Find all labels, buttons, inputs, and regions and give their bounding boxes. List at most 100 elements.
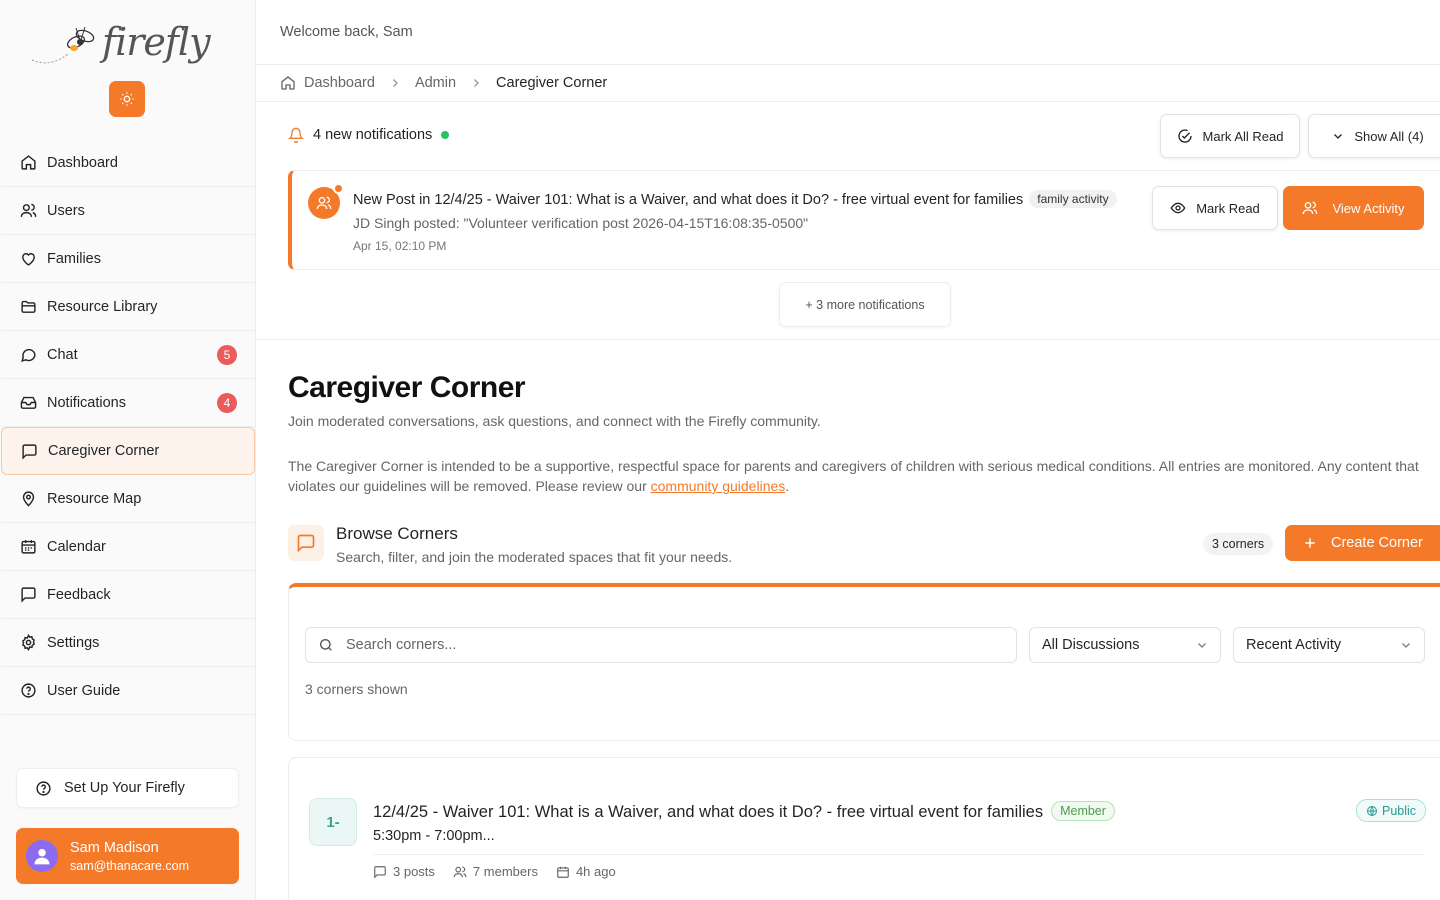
discussion-filter-select[interactable]: All Discussions <box>1029 627 1221 663</box>
corner-title-text: 12/4/25 - Waiver 101: What is a Waiver, … <box>373 803 1044 821</box>
sidebar-item-label: Settings <box>47 634 100 651</box>
map-pin-icon <box>19 490 37 508</box>
check-circle-icon <box>1177 128 1193 144</box>
sidebar-item-families[interactable]: Families <box>1 235 255 283</box>
user-icon <box>34 848 50 865</box>
visibility-label: Public <box>1382 803 1417 818</box>
calendar-icon <box>556 865 570 879</box>
posts-count-text: 3 posts <box>393 864 435 879</box>
notification-time: Apr 15, 02:10 PM <box>353 239 447 253</box>
corner-title[interactable]: 12/4/25 - Waiver 101: What is a Waiver, … <box>373 801 1115 822</box>
browse-corners-subtitle: Search, filter, and join the moderated s… <box>336 549 733 565</box>
sidebar-item-settings[interactable]: Settings <box>1 619 255 667</box>
corner-meta: 3 posts 7 members 4h ago <box>373 864 634 879</box>
sidebar-item-label: Families <box>47 250 101 267</box>
mark-all-read-button[interactable]: Mark All Read <box>1160 114 1300 158</box>
main-content: Welcome back, Sam Dashboard Admin Caregi… <box>256 0 1440 900</box>
message-square-icon <box>19 586 37 604</box>
corner-card[interactable]: 1- 12/4/25 - Waiver 101: What is a Waive… <box>288 757 1440 900</box>
welcome-text: Welcome back, Sam <box>280 24 413 40</box>
create-corner-button[interactable]: Create Corner <box>1285 525 1440 561</box>
setup-label: Set Up Your Firefly <box>64 780 185 796</box>
notification-title-text: New Post in 12/4/25 - Waiver 101: What i… <box>353 192 1024 208</box>
unread-dot <box>333 183 344 194</box>
sidebar-item-resource-map[interactable]: Resource Map <box>1 475 255 523</box>
calendar-icon <box>19 538 37 556</box>
users-icon <box>453 865 467 879</box>
members-count-text: 7 members <box>472 864 538 879</box>
view-activity-button[interactable]: View Activity <box>1283 186 1424 230</box>
firefly-bug-icon <box>31 26 95 64</box>
gear-icon <box>19 634 37 652</box>
top-bar: Welcome back, Sam <box>256 0 1440 65</box>
breadcrumb-dashboard[interactable]: Dashboard <box>304 75 375 91</box>
sort-select[interactable]: Recent Activity <box>1233 627 1425 663</box>
sidebar-item-feedback[interactable]: Feedback <box>1 571 255 619</box>
users-icon <box>1302 200 1318 216</box>
sort-value: Recent Activity <box>1246 637 1342 653</box>
discussion-filter-value: All Discussions <box>1042 637 1140 653</box>
message-square-icon <box>20 442 38 460</box>
show-all-label: Show All (4) <box>1354 128 1424 144</box>
community-guidelines-link[interactable]: community guidelines <box>651 478 786 494</box>
chevron-down-icon <box>1332 130 1344 142</box>
sidebar-item-users[interactable]: Users <box>1 187 255 235</box>
users-icon <box>316 196 332 210</box>
theme-toggle-button[interactable] <box>109 81 145 117</box>
description-end: . <box>785 478 790 494</box>
home-icon <box>19 154 37 172</box>
logo-text: firefly <box>102 20 211 64</box>
sidebar-item-label: Notifications <box>47 394 126 411</box>
help-circle-icon <box>19 682 37 700</box>
sidebar-item-chat[interactable]: Chat 5 <box>1 331 255 379</box>
mark-all-read-label: Mark All Read <box>1202 128 1284 144</box>
plus-icon <box>1303 536 1317 550</box>
online-indicator <box>441 131 450 139</box>
filter-panel: All Discussions Recent Activity 3 corner… <box>288 583 1440 741</box>
notification-tag: family activity <box>1029 190 1117 208</box>
sidebar-item-resource-library[interactable]: Resource Library <box>1 283 255 331</box>
sidebar-item-label: User Guide <box>47 682 121 699</box>
breadcrumb-current: Caregiver Corner <box>496 75 608 91</box>
posts-count: 3 posts <box>373 864 435 879</box>
corners-count-badge: 3 corners <box>1203 533 1274 555</box>
message-square-icon <box>373 865 387 879</box>
heart-icon <box>19 250 37 268</box>
sidebar-item-notifications[interactable]: Notifications 4 <box>1 379 255 427</box>
create-corner-label: Create Corner <box>1331 535 1423 551</box>
sidebar-item-calendar[interactable]: Calendar <box>1 523 255 571</box>
corner-number-badge: 1- <box>309 798 357 846</box>
sidebar-item-caregiver-corner[interactable]: Caregiver Corner <box>1 427 255 475</box>
sidebar-item-label: Caregiver Corner <box>48 443 160 459</box>
sidebar-item-user-guide[interactable]: User Guide <box>1 667 255 715</box>
user-profile-card[interactable]: Sam Madison sam@thanacare.com <box>16 828 239 884</box>
firefly-logo[interactable]: firefly <box>30 20 211 72</box>
notifications-header: 4 new notifications <box>288 127 450 143</box>
browse-corners-icon-box <box>288 525 324 561</box>
chevron-down-icon <box>1402 643 1410 648</box>
sidebar-item-dashboard[interactable]: Dashboard <box>1 139 255 187</box>
more-notifications-button[interactable]: + 3 more notifications <box>779 282 951 327</box>
sun-icon <box>120 92 134 106</box>
setup-firefly-button[interactable]: Set Up Your Firefly <box>16 768 239 808</box>
search-input[interactable] <box>346 637 946 653</box>
last-updated: 4h ago <box>556 864 616 879</box>
browse-corners-title: Browse Corners <box>336 524 458 543</box>
bell-icon <box>288 127 304 143</box>
chevron-down-icon <box>1198 643 1206 648</box>
notification-body: JD Singh posted: "Volunteer verification… <box>353 215 809 231</box>
corner-time: 5:30pm - 7:00pm... <box>373 828 495 844</box>
description-text: The Caregiver Corner is intended to be a… <box>288 458 1419 494</box>
mark-read-label: Mark Read <box>1196 200 1260 216</box>
notification-title: New Post in 12/4/25 - Waiver 101: What i… <box>353 190 1117 208</box>
corners-shown-count: 3 corners shown <box>305 681 408 697</box>
sidebar-item-label: Users <box>47 202 85 219</box>
breadcrumb-admin[interactable]: Admin <box>415 75 456 91</box>
search-box[interactable] <box>305 627 1017 663</box>
avatar <box>26 840 58 872</box>
show-all-button[interactable]: Show All (4) <box>1308 114 1440 158</box>
notification-card[interactable]: New Post in 12/4/25 - Waiver 101: What i… <box>288 170 1440 270</box>
users-icon <box>19 202 37 220</box>
mark-read-button[interactable]: Mark Read <box>1152 186 1278 230</box>
page-subtitle: Join moderated conversations, ask questi… <box>288 413 821 429</box>
